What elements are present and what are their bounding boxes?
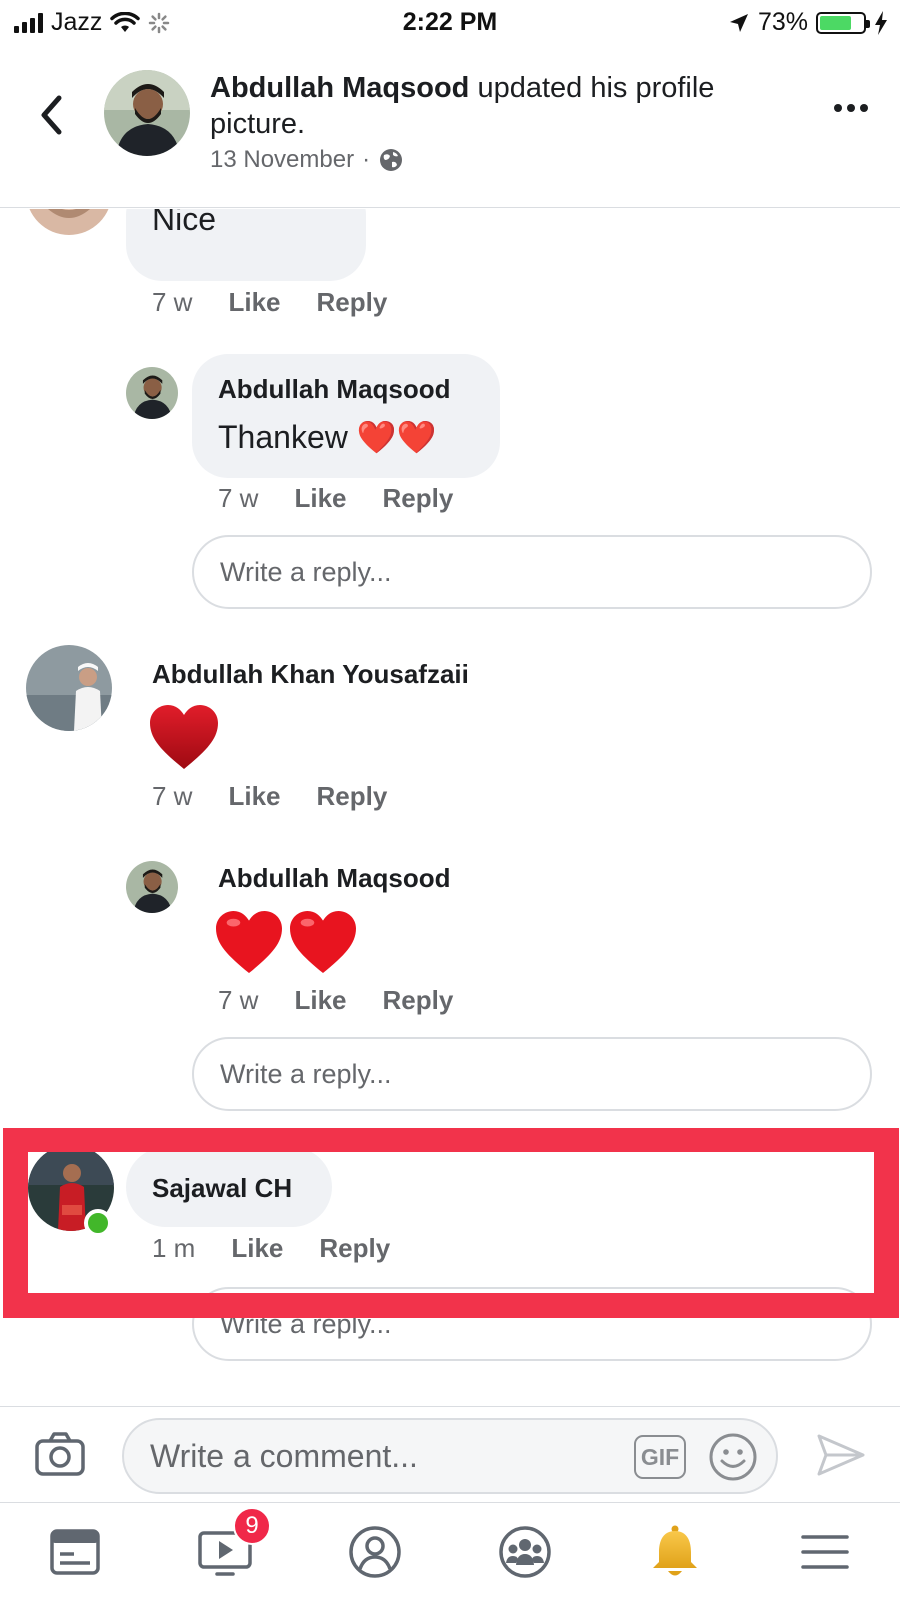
emoji-button[interactable] [708, 1432, 758, 1482]
location-arrow-icon [729, 13, 748, 32]
status-right: 73% [728, 8, 888, 37]
comment-placeholder: Write a comment... [150, 1437, 418, 1474]
status-bar: Jazz 2:22 PM 73% [0, 0, 900, 46]
like-button[interactable]: Like [294, 985, 346, 1016]
more-options-button[interactable] [834, 104, 868, 112]
comment-input[interactable]: Write a comment... GIF [122, 1418, 778, 1494]
comment-text: Nice [152, 209, 217, 237]
send-button[interactable] [816, 1433, 866, 1477]
comment-author[interactable]: Abdullah Maqsood [218, 863, 451, 894]
heart-emoji [150, 705, 218, 769]
comment-actions: 7 w Like Reply [152, 287, 423, 318]
comment-author[interactable]: Sajawal CH [152, 1173, 292, 1204]
tab-profile[interactable] [300, 1503, 450, 1600]
battery-icon [816, 11, 870, 34]
comment-actions: 7 w Like Reply [152, 781, 423, 812]
comment-time: 7 w [218, 985, 259, 1015]
comment-text: Thankew ❤️❤️ [218, 418, 436, 456]
reply-button[interactable]: Reply [317, 287, 388, 318]
comment-actions: 7 w Like Reply [218, 985, 489, 1016]
post-meta: 13 November · [210, 146, 404, 174]
comment-time: 7 w [218, 483, 259, 513]
reply-input[interactable]: Write a reply... [192, 535, 872, 609]
meta-separator: · [362, 146, 371, 173]
commenter-avatar[interactable] [26, 645, 112, 731]
camera-button[interactable] [34, 1431, 86, 1477]
profile-icon [349, 1525, 401, 1578]
tab-groups[interactable] [450, 1503, 600, 1600]
tab-menu[interactable] [750, 1503, 900, 1600]
comment-time: 1 m [152, 1233, 196, 1263]
menu-icon [801, 1534, 849, 1569]
like-button[interactable]: Like [294, 483, 346, 514]
reply-button[interactable]: Reply [383, 483, 454, 514]
back-button[interactable] [32, 90, 72, 140]
reply-button[interactable]: Reply [319, 1233, 390, 1264]
heart-emoji [216, 910, 282, 974]
commenter-avatar[interactable] [26, 209, 112, 235]
battery-level [820, 15, 851, 30]
comment-author[interactable]: Abdullah Maqsood [218, 374, 451, 405]
comment-actions: 7 w Like Reply [218, 483, 489, 514]
tab-watch[interactable]: 9 [150, 1503, 300, 1600]
reply-button[interactable]: Reply [383, 985, 454, 1016]
comment-bubble: Sajawal CH [126, 1147, 332, 1227]
watch-badge: 9 [233, 1507, 271, 1545]
post-date[interactable]: 13 November [210, 146, 354, 174]
reply-button[interactable]: Reply [317, 781, 388, 812]
comment-text-body: Thankew [218, 419, 348, 455]
commenter-avatar[interactable] [126, 367, 178, 419]
battery-percent: 73% [757, 8, 808, 36]
author-avatar[interactable] [104, 70, 190, 156]
post-author-name[interactable]: Abdullah Maqsood [210, 72, 469, 104]
like-button[interactable]: Like [231, 1233, 283, 1264]
tab-news-feed[interactable] [0, 1503, 150, 1600]
reply-input[interactable]: Write a reply... [192, 1037, 872, 1111]
comment-time: 7 w [152, 287, 193, 317]
gif-button[interactable]: GIF [634, 1435, 686, 1479]
charging-bolt-icon [875, 10, 887, 35]
comment-bubble: Nice [126, 209, 366, 281]
post-title: Abdullah Maqsood updated his profile pic… [210, 70, 770, 142]
commenter-avatar[interactable] [126, 861, 178, 913]
reply-input[interactable]: Write a reply... [192, 1287, 872, 1361]
comment-time: 7 w [152, 781, 193, 811]
tab-notifications[interactable] [600, 1503, 750, 1600]
groups-icon [499, 1525, 551, 1578]
news-feed-icon [50, 1528, 100, 1575]
heart-emoji: ❤️❤️ [356, 419, 437, 455]
like-button[interactable]: Like [228, 287, 280, 318]
comment-bubble: Abdullah Maqsood Thankew ❤️❤️ [192, 354, 500, 478]
heart-emoji-pair [214, 909, 358, 975]
post-header: Abdullah Maqsood updated his profile pic… [0, 46, 900, 208]
tab-bar: 9 [0, 1502, 900, 1600]
globe-icon [380, 149, 403, 171]
comments-list: Nice 7 w Like Reply Abdullah Maqsood Tha… [0, 209, 900, 1405]
comment-author[interactable]: Abdullah Khan Yousafzaii [152, 659, 469, 690]
heart-emoji [290, 910, 356, 974]
like-button[interactable]: Like [228, 781, 280, 812]
comment-composer: Write a comment... GIF [0, 1406, 900, 1502]
bell-icon [653, 1525, 697, 1575]
online-indicator [84, 1209, 112, 1237]
comment-actions: 1 m Like Reply [152, 1233, 426, 1264]
